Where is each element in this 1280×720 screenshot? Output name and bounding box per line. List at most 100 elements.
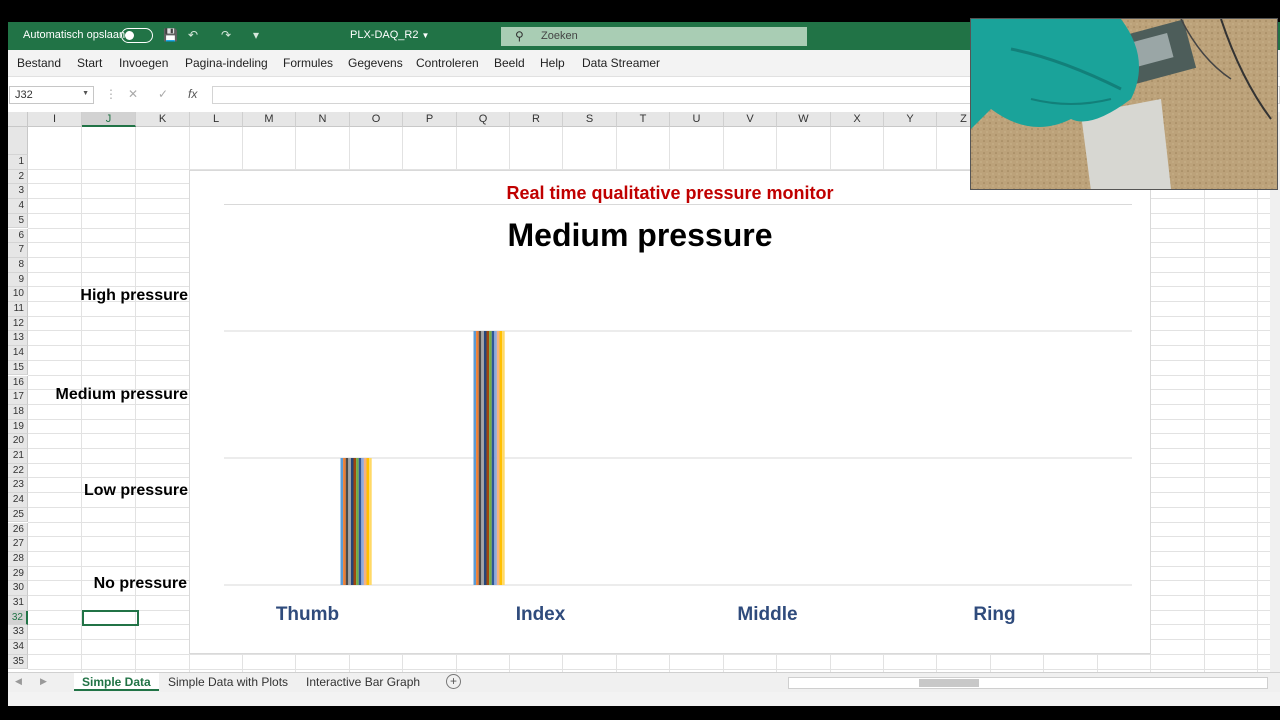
row-header-35[interactable]: 35 bbox=[8, 654, 28, 670]
column-header-l[interactable]: L bbox=[190, 112, 243, 127]
column-header-q[interactable]: Q bbox=[457, 112, 510, 127]
search-box[interactable]: ⚲ Zoeken bbox=[501, 27, 807, 46]
add-sheet-icon[interactable]: + bbox=[446, 674, 461, 689]
menu-controleren[interactable]: Controleren bbox=[416, 56, 479, 70]
gridline-vertical bbox=[1204, 127, 1205, 672]
search-placeholder: Zoeken bbox=[541, 30, 578, 42]
column-header-m[interactable]: M bbox=[243, 112, 296, 127]
column-header-x[interactable]: X bbox=[831, 112, 884, 127]
row-header-19[interactable]: 19 bbox=[8, 419, 28, 435]
prev-sheet-icon[interactable]: ◀ bbox=[15, 676, 22, 687]
left-border bbox=[0, 22, 8, 706]
confirm-icon[interactable]: ✓ bbox=[158, 87, 168, 101]
row-header-32[interactable]: 32 bbox=[8, 610, 28, 626]
pressure-chart[interactable]: Real time qualitative pressure monitor M… bbox=[189, 170, 1151, 654]
row-header-4[interactable]: 4 bbox=[8, 199, 28, 214]
cancel-icon[interactable]: ✕ bbox=[128, 87, 138, 101]
column-header-j[interactable]: J bbox=[82, 112, 136, 127]
row-header-7[interactable]: 7 bbox=[8, 243, 28, 258]
scroll-thumb[interactable] bbox=[919, 679, 979, 687]
customize-qat-icon[interactable]: ▾ bbox=[253, 28, 259, 42]
row-header-20[interactable]: 20 bbox=[8, 434, 28, 449]
next-sheet-icon[interactable]: ▶ bbox=[40, 676, 47, 687]
menu-data-streamer[interactable]: Data Streamer bbox=[582, 56, 660, 70]
menu-formules[interactable]: Formules bbox=[283, 56, 333, 70]
menu-invoegen[interactable]: Invoegen bbox=[119, 56, 168, 70]
document-title[interactable]: PLX-DAQ_R2 ▼ bbox=[350, 29, 429, 41]
search-icon: ⚲ bbox=[515, 29, 524, 43]
chevron-down-icon: ▼ bbox=[82, 90, 89, 97]
category-label-index: Index bbox=[516, 604, 566, 625]
undo-icon[interactable]: ↶ bbox=[188, 28, 198, 42]
column-header-n[interactable]: N bbox=[296, 112, 350, 127]
row-header-10[interactable]: 10 bbox=[8, 287, 28, 302]
row-header-14[interactable]: 14 bbox=[8, 346, 28, 361]
save-icon[interactable]: 💾 bbox=[163, 28, 178, 42]
menu-gegevens[interactable]: Gegevens bbox=[348, 56, 403, 70]
row-header-6[interactable]: 6 bbox=[8, 228, 28, 244]
column-header-s[interactable]: S bbox=[563, 112, 617, 127]
row-header-18[interactable]: 18 bbox=[8, 404, 28, 420]
row-header-5[interactable]: 5 bbox=[8, 213, 28, 229]
row-header-25[interactable]: 25 bbox=[8, 507, 28, 523]
column-header-v[interactable]: V bbox=[724, 112, 777, 127]
name-box[interactable]: J32 ▼ bbox=[9, 86, 94, 104]
bar-thumb-0 bbox=[340, 458, 344, 585]
row-header-30[interactable]: 30 bbox=[8, 581, 28, 596]
row-header-3[interactable]: 3 bbox=[8, 184, 28, 200]
row-header-12[interactable]: 12 bbox=[8, 316, 28, 332]
worksheet-grid[interactable]: High pressure Medium pressure Low pressu… bbox=[8, 112, 1270, 672]
column-header-o[interactable]: O bbox=[350, 112, 403, 127]
bar-thumb-6 bbox=[356, 458, 359, 585]
column-header-w[interactable]: W bbox=[777, 112, 831, 127]
column-header-k[interactable]: K bbox=[136, 112, 190, 127]
row-header-1[interactable]: 1 bbox=[8, 155, 28, 170]
row-header-28[interactable]: 28 bbox=[8, 551, 28, 567]
menu-start[interactable]: Start bbox=[77, 56, 102, 70]
row-header-23[interactable]: 23 bbox=[8, 478, 28, 494]
sheet-tab-interactive-bar-graph[interactable]: Interactive Bar Graph bbox=[298, 673, 428, 691]
sheet-tab-simple-data-with-plots[interactable]: Simple Data with Plots bbox=[160, 673, 296, 691]
row-header-34[interactable]: 34 bbox=[8, 640, 28, 655]
sheet-tab-simple-data[interactable]: Simple Data bbox=[74, 673, 159, 691]
row-header-16[interactable]: 16 bbox=[8, 375, 28, 391]
column-header-p[interactable]: P bbox=[403, 112, 457, 127]
row-header-27[interactable]: 27 bbox=[8, 537, 28, 552]
row-header-33[interactable]: 33 bbox=[8, 625, 28, 641]
redo-icon[interactable]: ↷ bbox=[221, 28, 231, 42]
menu-bestand[interactable]: Bestand bbox=[17, 56, 61, 70]
category-label-thumb: Thumb bbox=[276, 604, 339, 625]
select-all-corner[interactable] bbox=[8, 112, 28, 127]
row-header-29[interactable]: 29 bbox=[8, 566, 28, 582]
active-cell[interactable] bbox=[82, 610, 139, 626]
row-header-11[interactable]: 11 bbox=[8, 302, 28, 317]
row-header-2[interactable]: 2 bbox=[8, 169, 28, 185]
row-header-8[interactable]: 8 bbox=[8, 257, 28, 273]
row-header-31[interactable]: 31 bbox=[8, 596, 28, 611]
row-header-24[interactable]: 24 bbox=[8, 493, 28, 508]
menu-pagina-indeling[interactable]: Pagina-indeling bbox=[185, 56, 268, 70]
column-header-y[interactable]: Y bbox=[884, 112, 937, 127]
vertical-scrollbar[interactable] bbox=[1270, 112, 1280, 672]
row-header-17[interactable]: 17 bbox=[8, 390, 28, 405]
row-header-26[interactable]: 26 bbox=[8, 522, 28, 538]
column-header-u[interactable]: U bbox=[670, 112, 724, 127]
excel-window: Automatisch opslaan 💾 ↶ ↷ ▾ PLX-DAQ_R2 ▼… bbox=[0, 0, 1280, 720]
column-header-r[interactable]: R bbox=[510, 112, 563, 127]
bar-index-11 bbox=[502, 331, 505, 585]
bar-thumb-5 bbox=[353, 458, 357, 585]
column-header-i[interactable]: I bbox=[28, 112, 82, 127]
menu-help[interactable]: Help bbox=[540, 56, 565, 70]
row-header-21[interactable]: 21 bbox=[8, 449, 28, 464]
autosave-toggle[interactable] bbox=[121, 28, 153, 43]
row-header-22[interactable]: 22 bbox=[8, 463, 28, 479]
menu-beeld[interactable]: Beeld bbox=[494, 56, 525, 70]
function-icon[interactable]: fx bbox=[188, 87, 197, 101]
row-header-9[interactable]: 9 bbox=[8, 272, 28, 288]
horizontal-scrollbar[interactable] bbox=[788, 677, 1268, 689]
column-header-t[interactable]: T bbox=[617, 112, 670, 127]
bar-index-7 bbox=[491, 331, 495, 585]
bar-thumb-2 bbox=[345, 458, 349, 585]
row-header-13[interactable]: 13 bbox=[8, 331, 28, 347]
row-header-15[interactable]: 15 bbox=[8, 360, 28, 376]
